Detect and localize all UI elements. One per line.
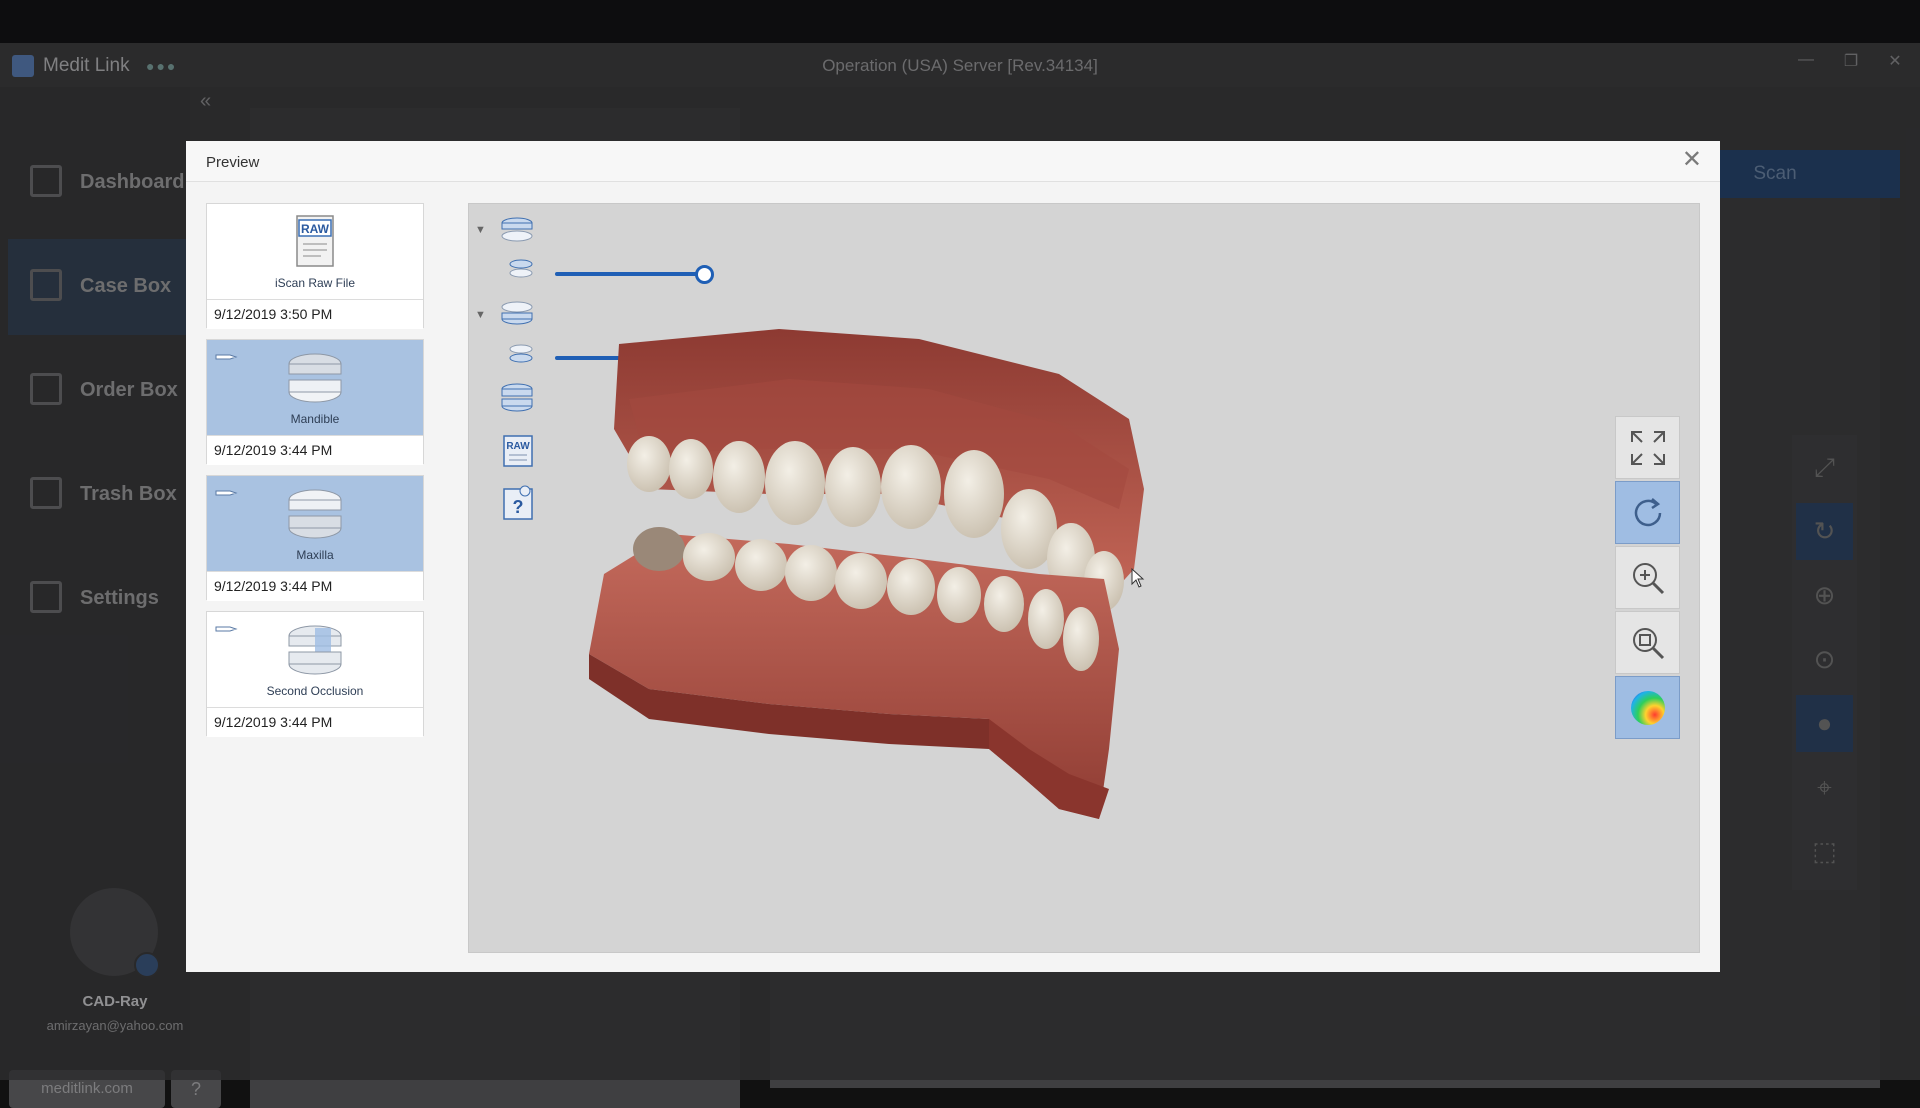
file-card-date: 9/12/2019 3:44 PM — [207, 707, 423, 737]
file-card-label: Maxilla — [296, 548, 334, 562]
file-card-raw[interactable]: RAW iScan Raw File 9/12/2019 3:50 PM — [206, 203, 424, 329]
maxilla-opacity-knob[interactable] — [695, 265, 714, 284]
zoom-fit-button[interactable] — [1615, 611, 1680, 674]
zoom-in-button[interactable] — [1615, 546, 1680, 609]
occlusion-icon — [288, 625, 342, 675]
occlusion-layer-icon[interactable] — [500, 382, 534, 414]
scanner-pin-icon — [215, 354, 238, 360]
raw-layer-text: RAW — [506, 441, 530, 452]
mandible-layer-icon[interactable] — [508, 343, 534, 365]
zoom-fit-icon — [1633, 628, 1665, 660]
file-card-label: Mandible — [290, 412, 340, 426]
unknown-file-text: ? — [513, 497, 524, 517]
dialog-header: Preview ✕ — [186, 141, 1720, 182]
scanner-pin-icon — [215, 490, 238, 496]
reset-view-icon — [1634, 498, 1662, 527]
dialog-title: Preview — [206, 154, 260, 171]
file-card-thumb: Mandible — [207, 340, 423, 435]
jaw-group-icon[interactable] — [500, 216, 534, 244]
file-card-label: iScan Raw File — [274, 276, 356, 290]
scanner-pin-icon — [215, 626, 238, 632]
file-card-label: Second Occlusion — [266, 684, 364, 698]
maxilla-layer-icon[interactable] — [508, 258, 534, 280]
file-card-date: 9/12/2019 3:44 PM — [207, 435, 423, 465]
file-card-date: 9/12/2019 3:44 PM — [207, 571, 423, 601]
unknown-file-icon[interactable]: ? — [502, 485, 534, 521]
tree-expand-arrow-icon[interactable]: ▼ — [475, 309, 486, 321]
fit-screen-icon — [1631, 431, 1665, 465]
color-texture-button[interactable] — [1615, 676, 1680, 739]
file-card-thumb: RAW iScan Raw File — [207, 204, 423, 299]
close-button[interactable]: ✕ — [1682, 147, 1702, 173]
zoom-in-icon — [1633, 563, 1665, 595]
preview-dialog: Preview ✕ RAW iScan Raw File 9/12/2019 3… — [186, 141, 1720, 972]
tree-expand-arrow-icon[interactable]: ▼ — [475, 224, 486, 236]
maxilla-opacity-slider[interactable] — [555, 272, 706, 276]
color-texture-icon — [1631, 691, 1665, 725]
mouse-cursor-icon — [1131, 568, 1145, 588]
dental-3d-model[interactable] — [589, 319, 1209, 879]
file-card-maxilla[interactable]: Maxilla 9/12/2019 3:44 PM — [206, 475, 424, 601]
jaw-group-icon[interactable] — [500, 300, 534, 328]
top-black-bar — [0, 0, 1920, 43]
file-card-thumb: Second Occlusion — [207, 612, 423, 707]
file-card-date: 9/12/2019 3:50 PM — [207, 299, 423, 329]
fit-screen-button[interactable] — [1615, 416, 1680, 479]
svg-text:RAW: RAW — [301, 222, 330, 236]
raw-layer-icon[interactable]: RAW — [502, 434, 534, 468]
raw-file-icon: RAW — [296, 215, 334, 267]
3d-viewer[interactable]: ▼ ▼ RAW ? — [468, 203, 1700, 953]
reset-view-button[interactable] — [1615, 481, 1680, 544]
mandible-icon — [288, 353, 342, 403]
file-card-thumb: Maxilla — [207, 476, 423, 571]
file-card-second-occlusion[interactable]: Second Occlusion 9/12/2019 3:44 PM — [206, 611, 424, 737]
file-card-mandible[interactable]: Mandible 9/12/2019 3:44 PM — [206, 339, 424, 465]
maxilla-icon — [288, 489, 342, 539]
